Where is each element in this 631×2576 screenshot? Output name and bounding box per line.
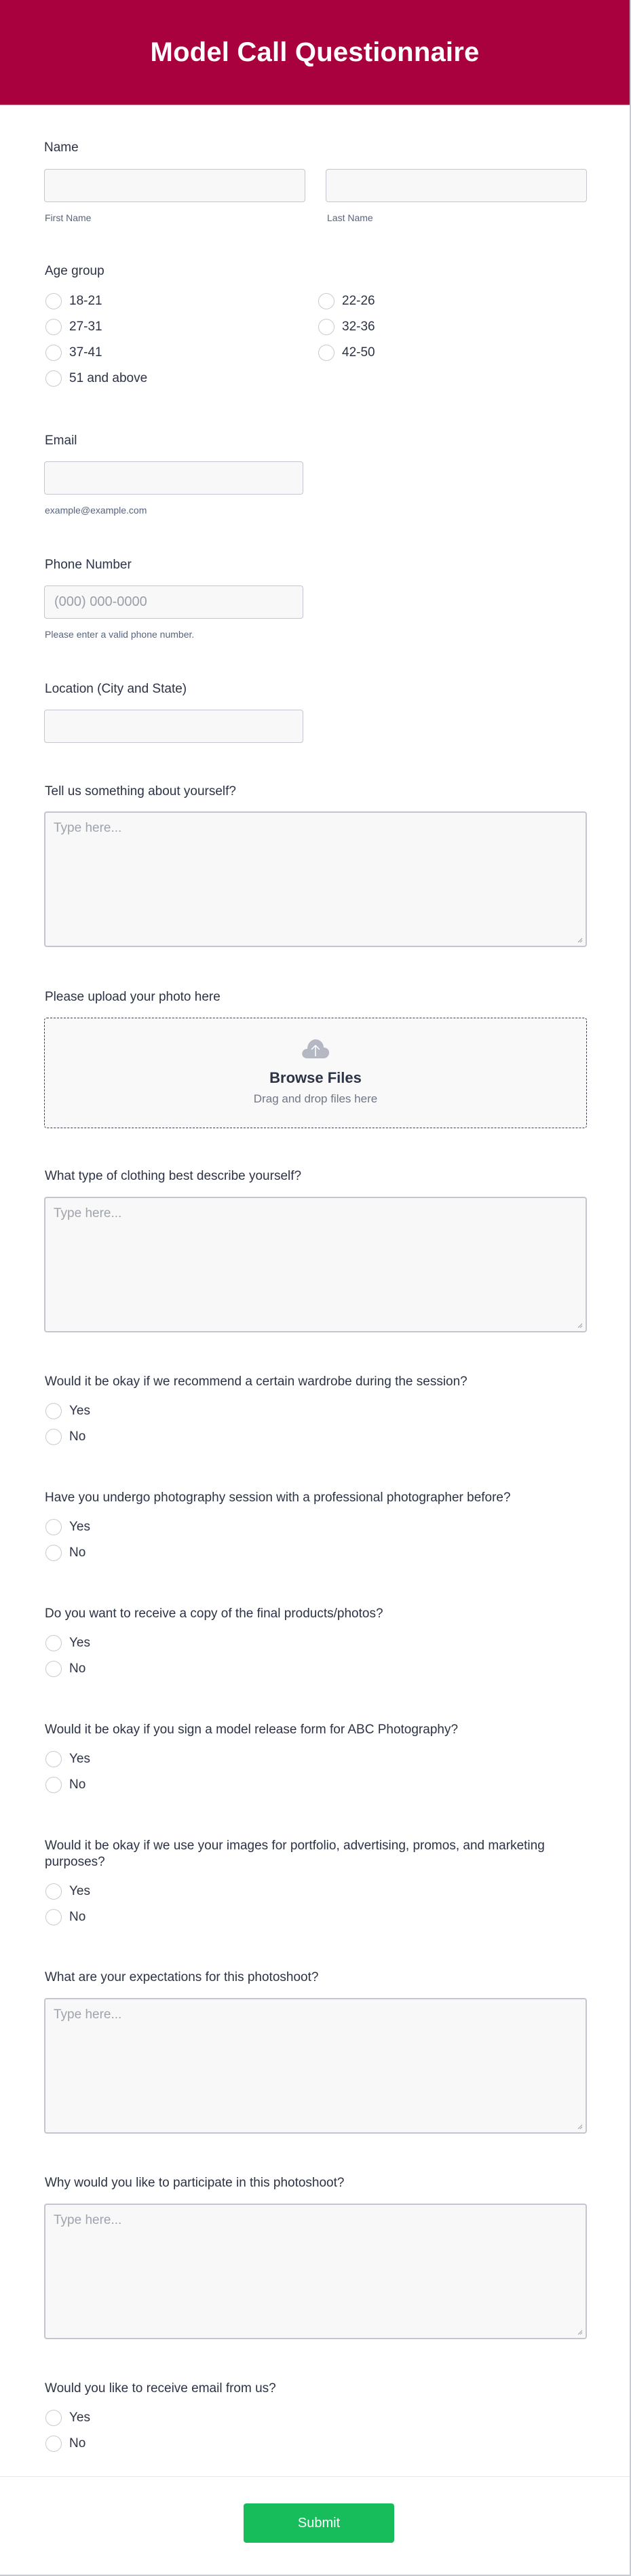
resize-handle-icon[interactable] — [576, 936, 583, 943]
participate-placeholder: Type here... — [54, 2213, 122, 2227]
radio-button[interactable] — [45, 1519, 62, 1535]
cloud-upload-icon — [302, 1039, 330, 1058]
email-optin-yes[interactable]: Yes — [44, 2405, 90, 2431]
first-name-sublabel: First Name — [45, 212, 92, 223]
radio-button[interactable] — [45, 1751, 62, 1767]
drag-drop-hint: Drag and drop files here — [253, 1092, 378, 1105]
phone-label: Phone Number — [45, 558, 132, 572]
copy-options: Yes No — [44, 1630, 90, 1682]
phone-sublabel: Please enter a valid phone number. — [45, 629, 195, 640]
participate-textarea[interactable]: Type here... — [44, 2204, 587, 2339]
radio-button[interactable] — [45, 1403, 62, 1419]
wardrobe-question-label: Would it be okay if we recommend a certa… — [45, 1374, 467, 1389]
release-options: Yes No — [44, 1746, 90, 1798]
age-option-51-above[interactable]: 51 and above — [44, 366, 316, 391]
radio-button[interactable] — [45, 2436, 62, 2452]
phone-input[interactable]: (000) 000-0000 — [44, 585, 303, 619]
last-name-sublabel: Last Name — [327, 212, 373, 223]
browse-files-button[interactable]: Browse Files — [269, 1069, 362, 1087]
email-input[interactable] — [44, 461, 303, 495]
last-name-input[interactable] — [326, 169, 587, 202]
radio-button[interactable] — [318, 319, 334, 335]
experience-options: Yes No — [44, 1514, 90, 1566]
email-optin-options: Yes No — [44, 2405, 90, 2457]
radio-button[interactable] — [45, 1909, 62, 1925]
resize-handle-icon[interactable] — [576, 2123, 583, 2130]
age-group-col-2: 22-26 32-36 42-50 — [317, 288, 520, 366]
usage-yes[interactable]: Yes — [44, 1879, 90, 1904]
clothing-placeholder: Type here... — [54, 1206, 122, 1220]
age-option-22-26[interactable]: 22-26 — [317, 288, 520, 314]
wardrobe-no[interactable]: No — [44, 1424, 90, 1450]
form-title: Model Call Questionnaire — [150, 37, 480, 67]
clothing-textarea[interactable]: Type here... — [44, 1197, 587, 1332]
age-option-32-36[interactable]: 32-36 — [317, 314, 520, 340]
radio-button[interactable] — [45, 345, 62, 361]
radio-button[interactable] — [318, 293, 334, 309]
release-no[interactable]: No — [44, 1772, 90, 1798]
expectations-label: What are your expectations for this phot… — [45, 1970, 319, 1984]
resize-handle-icon[interactable] — [576, 1322, 583, 1328]
copy-no[interactable]: No — [44, 1656, 90, 1682]
experience-no[interactable]: No — [44, 1540, 90, 1566]
usage-question-label: Would it be okay if we use your images f… — [45, 1839, 545, 1869]
radio-button[interactable] — [45, 319, 62, 335]
age-option-37-41[interactable]: 37-41 — [44, 340, 316, 366]
location-label: Location (City and State) — [45, 682, 187, 696]
about-textarea[interactable]: Type here... — [44, 811, 587, 947]
wardrobe-yes[interactable]: Yes — [44, 1398, 90, 1424]
expectations-textarea[interactable]: Type here... — [44, 1998, 587, 2134]
radio-button[interactable] — [45, 293, 62, 309]
participate-label: Why would you like to participate in thi… — [45, 2176, 345, 2190]
clothing-label: What type of clothing best describe your… — [45, 1169, 302, 1183]
release-question-label: Would it be okay if you sign a model rel… — [45, 1723, 459, 1737]
age-option-27-31[interactable]: 27-31 — [44, 314, 316, 340]
radio-button[interactable] — [318, 345, 334, 361]
radio-button[interactable] — [45, 1883, 62, 1900]
email-optin-label: Would you like to receive email from us? — [45, 2381, 276, 2396]
about-label: Tell us something about yourself? — [45, 784, 236, 799]
resize-handle-icon[interactable] — [576, 2328, 583, 2335]
form-page: Model Call Questionnaire Name First Name… — [0, 0, 631, 2576]
usage-options: Yes No — [44, 1879, 90, 1930]
form-header: Model Call Questionnaire — [0, 0, 630, 105]
radio-button[interactable] — [45, 1661, 62, 1677]
upload-label: Please upload your photo here — [45, 990, 221, 1004]
about-placeholder: Type here... — [54, 821, 122, 835]
first-name-input[interactable] — [44, 169, 305, 202]
age-option-42-50[interactable]: 42-50 — [317, 340, 520, 366]
experience-question-label: Have you undergo photography session wit… — [45, 1491, 511, 1505]
name-label: Name — [44, 140, 79, 155]
radio-button[interactable] — [45, 1545, 62, 1561]
copy-question-label: Do you want to receive a copy of the fin… — [45, 1607, 383, 1621]
submit-button[interactable]: Submit — [244, 2503, 394, 2543]
age-option-18-21[interactable]: 18-21 — [44, 288, 316, 314]
usage-no[interactable]: No — [44, 1904, 90, 1930]
location-input[interactable] — [44, 710, 303, 743]
expectations-placeholder: Type here... — [54, 2007, 122, 2022]
age-group-col-1: 18-21 27-31 37-41 51 and above — [44, 288, 316, 391]
email-optin-no[interactable]: No — [44, 2431, 90, 2457]
experience-yes[interactable]: Yes — [44, 1514, 90, 1540]
email-label: Email — [45, 434, 77, 448]
release-yes[interactable]: Yes — [44, 1746, 90, 1772]
radio-button[interactable] — [45, 1635, 62, 1651]
wardrobe-options: Yes No — [44, 1398, 90, 1450]
footer-divider — [0, 2476, 630, 2477]
radio-button[interactable] — [45, 2410, 62, 2426]
radio-button[interactable] — [45, 1777, 62, 1793]
copy-yes[interactable]: Yes — [44, 1630, 90, 1656]
radio-button[interactable] — [45, 1429, 62, 1445]
email-sublabel: example@example.com — [45, 505, 147, 516]
radio-button[interactable] — [45, 370, 62, 387]
file-upload-dropzone[interactable]: Browse Files Drag and drop files here — [44, 1018, 587, 1128]
age-group-label: Age group — [45, 264, 104, 278]
